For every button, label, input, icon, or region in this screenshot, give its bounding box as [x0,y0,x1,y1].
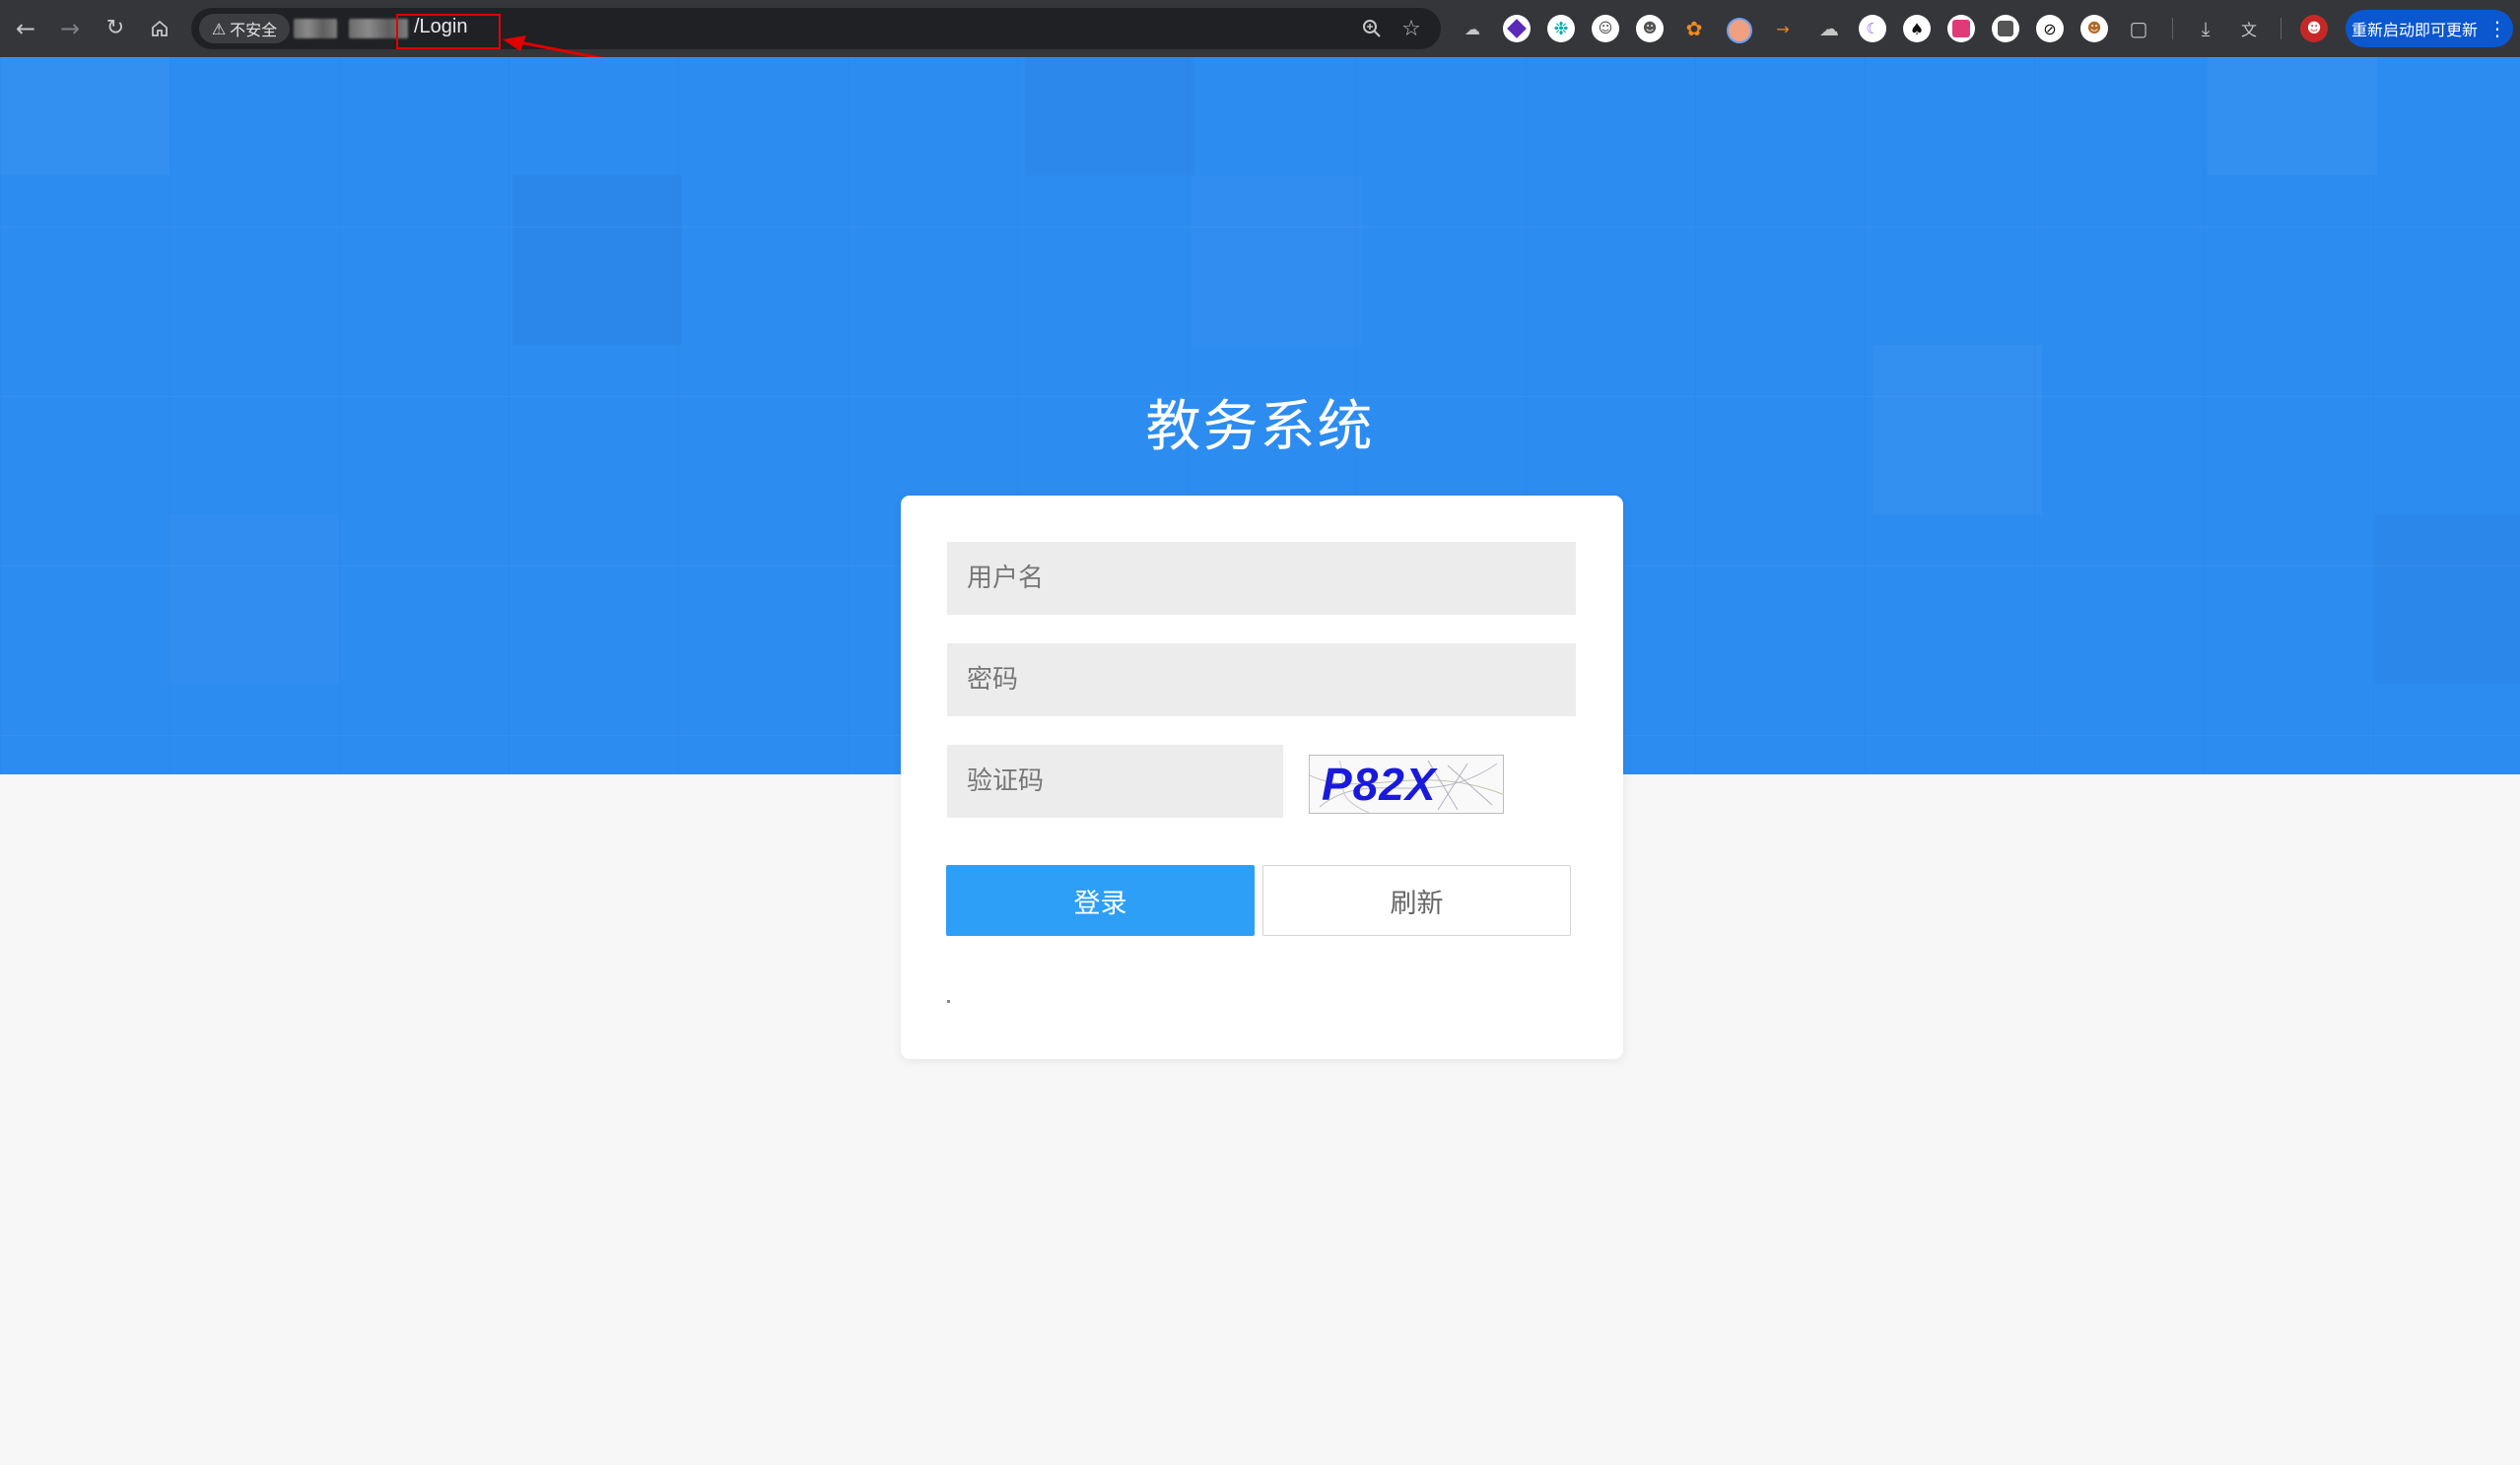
extensions-puzzle-icon[interactable]: ▢ [2125,15,2152,42]
annotation-highlight-box [396,14,501,49]
extension-icon-12[interactable] [1992,15,2019,42]
hero-tile [1192,175,1362,345]
extension-icon-5[interactable]: ✿ [1680,15,1708,42]
login-button[interactable]: 登录 [946,865,1255,936]
captcha-text: P82X [1322,759,1437,810]
hero-tile [2208,57,2377,175]
hero-tile [1025,57,1194,175]
redacted-host [294,19,337,38]
extension-icon-10[interactable]: ♠ [1903,15,1931,42]
hero-tile [512,175,682,345]
page-title: 教务系统 [1145,395,1375,459]
extension-icon-3[interactable]: ☺ [1592,15,1619,42]
extension-icon-11[interactable] [1947,15,1975,42]
update-button[interactable]: 重新启动即可更新 ⋮ [2346,10,2513,47]
security-chip[interactable]: ⚠ 不安全 [199,14,290,43]
login-card: P82X 登录 刷新 [901,496,1623,1059]
extension-icon-14[interactable]: ☻ [2080,15,2108,42]
extension-icon-8[interactable]: ☁ [1815,15,1843,42]
extension-icon-2[interactable]: ❉ [1547,15,1575,42]
back-icon[interactable]: ← [10,13,41,44]
forward-icon[interactable]: → [54,13,86,44]
toolbar-separator [2172,18,2173,39]
bookmark-star-icon[interactable]: ☆ [1396,14,1426,43]
menu-kebab-icon[interactable]: ⋮ [2487,17,2507,40]
browser-toolbar: ← → ↻ ⚠ 不安全 /Login ☆ ☁ ❉ ☺ ☻ ✿ → ☁ ☾ ♠ ⊘… [0,0,2520,97]
hero-tile [2375,514,2520,684]
captcha-input[interactable] [947,745,1283,818]
cloud-extension-icon[interactable]: ☁ [1459,15,1486,42]
hero-tile [0,57,170,175]
toolbar-separator [2281,18,2282,39]
hero-tile [170,514,339,684]
extension-icon-4[interactable]: ☻ [1636,15,1664,42]
reload-icon[interactable]: ↻ [100,13,131,44]
translate-icon[interactable]: 文 [2235,15,2263,42]
captcha-image[interactable]: P82X [1309,755,1504,814]
status-dot [947,1000,950,1003]
extension-icon-7[interactable]: → [1769,15,1797,42]
update-button-label: 重新启动即可更新 [2350,21,2478,39]
warning-icon: ⚠ [211,19,227,38]
extension-icon-6[interactable] [1727,18,1752,43]
profile-icon[interactable]: ☻ [2300,15,2328,42]
refresh-button[interactable]: 刷新 [1262,865,1571,936]
download-icon[interactable]: ⤓ [2192,15,2219,42]
extension-icon-13[interactable]: ⊘ [2036,15,2064,42]
extension-icon-9[interactable]: ☾ [1859,15,1886,42]
username-input[interactable] [947,542,1576,615]
address-bar[interactable]: ⚠ 不安全 /Login ☆ [191,8,1441,49]
zoom-icon[interactable] [1357,14,1387,43]
password-input[interactable] [947,643,1576,716]
security-label: 不安全 [230,21,278,39]
extension-icon-1[interactable] [1503,15,1531,42]
home-icon[interactable] [144,13,175,44]
